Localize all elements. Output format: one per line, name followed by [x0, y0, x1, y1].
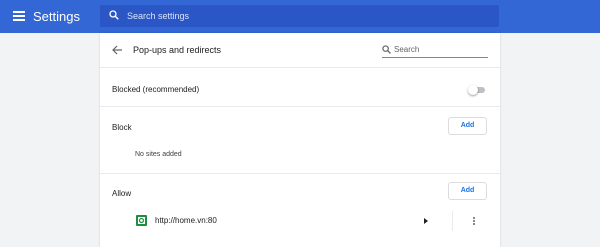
block-add-button[interactable]: Add [448, 117, 487, 135]
settings-card: Pop-ups and redirects Blocked (recommend… [100, 33, 500, 247]
divider [100, 173, 500, 174]
settings-search-box[interactable] [100, 5, 499, 27]
arrow-right-icon[interactable] [420, 215, 432, 227]
site-url: http://home.vn:80 [155, 216, 217, 225]
app-title: Settings [33, 9, 80, 24]
block-empty-text: No sites added [135, 151, 182, 158]
divider [100, 106, 500, 107]
site-search-box[interactable] [382, 42, 488, 58]
toggle-knob [468, 85, 478, 95]
favicon-icon [136, 215, 147, 226]
hamburger-menu-icon[interactable] [13, 11, 25, 21]
divider [100, 67, 500, 68]
page-title: Pop-ups and redirects [133, 45, 222, 55]
blocked-toggle[interactable] [468, 85, 486, 95]
back-arrow-icon[interactable] [111, 44, 123, 56]
block-section-label: Block [112, 123, 132, 132]
allow-site-row[interactable]: http://home.vn:80 [100, 211, 500, 231]
settings-search-input[interactable] [127, 8, 487, 24]
allow-add-button[interactable]: Add [448, 182, 487, 200]
divider [452, 211, 453, 231]
top-bar: Settings [0, 0, 600, 33]
allow-section-label: Allow [112, 189, 132, 198]
site-search-input[interactable] [394, 43, 486, 56]
blocked-toggle-label: Blocked (recommended) [112, 85, 200, 94]
search-icon [382, 45, 391, 54]
search-icon [109, 10, 119, 20]
more-actions-icon[interactable] [468, 215, 480, 227]
